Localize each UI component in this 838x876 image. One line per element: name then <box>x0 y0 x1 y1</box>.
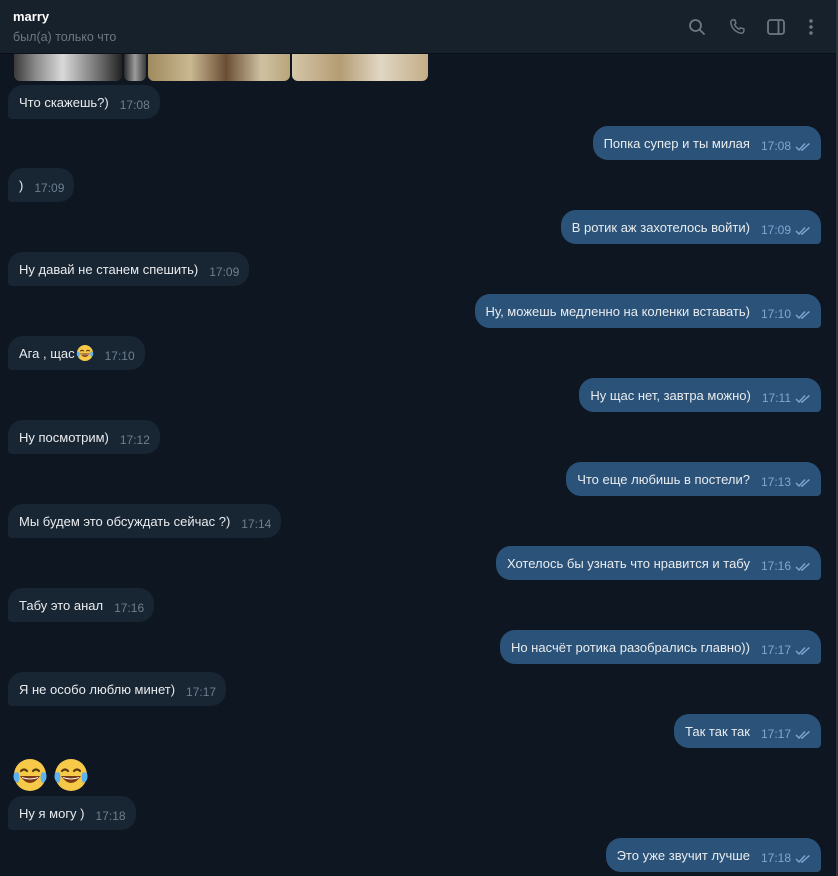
double-check-icon <box>795 142 810 152</box>
message-incoming[interactable]: Ну посмотрим) 17:12 <box>8 420 160 454</box>
double-check-icon <box>795 310 810 320</box>
message-time: 17:10 <box>760 307 791 321</box>
message-time: 17:16 <box>760 559 791 573</box>
message-incoming[interactable]: Табу это анал 17:16 <box>8 588 155 622</box>
message-time: 17:09 <box>209 265 240 279</box>
message-time: 17:10 <box>104 349 135 363</box>
message-incoming[interactable]: Мы будем это обсуждать сейчас ?) 17:14 <box>8 504 282 538</box>
chat-status: был(а) только что <box>13 30 117 44</box>
double-check-icon <box>795 394 810 404</box>
message-outgoing[interactable]: В ротик аж захотелось войти) 17:09 <box>560 210 821 244</box>
photo-thumbnail[interactable] <box>124 54 146 81</box>
message-text: Что скажешь?) <box>19 94 109 110</box>
laughing-emoji-icon <box>13 759 47 791</box>
message-outgoing[interactable]: Но насчёт ротика разобрались главно)) 17… <box>499 630 821 664</box>
message-time: 17:12 <box>119 433 150 447</box>
double-check-icon <box>795 646 810 656</box>
double-check-icon <box>795 478 810 488</box>
message-text: Мы будем это обсуждать сейчас ?) <box>19 513 231 529</box>
message-text: Ну посмотрим) <box>19 429 109 445</box>
message-time: 17:11 <box>761 391 791 405</box>
message-outgoing[interactable]: Хотелось бы узнать что нравится и табу 1… <box>495 546 821 580</box>
message-outgoing[interactable]: Ну щас нет, завтра можно) 17:11 <box>579 378 821 412</box>
message-text: Табу это анал <box>19 597 104 613</box>
message-time: 17:13 <box>760 475 791 489</box>
message-text: Попка супер и ты милая <box>603 135 750 151</box>
message-time: 17:18 <box>760 851 791 865</box>
message-time: 17:17 <box>186 685 217 699</box>
message-outgoing[interactable]: Это уже звучит лучше 17:18 <box>605 838 821 872</box>
message-text: Ну щас нет, завтра можно) <box>590 387 751 403</box>
message-time: 17:14 <box>241 517 272 531</box>
message-incoming[interactable]: Что скажешь?) 17:08 <box>8 85 160 119</box>
laughing-emoji-icon <box>54 759 88 791</box>
message-outgoing[interactable]: Попка супер и ты милая 17:08 <box>592 126 821 160</box>
more-vertical-icon[interactable] <box>800 16 822 38</box>
message-time: 17:17 <box>760 643 791 657</box>
photo-album[interactable] <box>14 54 428 81</box>
message-text: Ну я могу ) <box>19 805 85 821</box>
photo-thumbnail[interactable] <box>14 54 122 81</box>
emoji-message[interactable] <box>12 757 89 793</box>
message-time: 17:16 <box>114 601 145 615</box>
sidebar-toggle-icon[interactable] <box>765 16 787 38</box>
message-text: Я не особо люблю минет) <box>19 681 176 697</box>
message-incoming[interactable]: Ну я могу ) 17:18 <box>8 796 136 830</box>
message-incoming[interactable]: Ну давай не станем спешить) 17:09 <box>8 252 250 286</box>
message-text: Но насчёт ротика разобрались главно)) <box>510 639 750 655</box>
chat-title[interactable]: marry <box>13 9 49 24</box>
message-text: Ну, можешь медленно на коленки вставать) <box>485 303 750 319</box>
message-outgoing[interactable]: Что еще любишь в постели? 17:13 <box>566 462 821 496</box>
message-text: Хотелось бы узнать что нравится и табу <box>506 555 750 571</box>
message-text: Ну давай не станем спешить) <box>19 261 199 277</box>
message-time: 17:08 <box>760 139 791 153</box>
double-check-icon <box>795 854 810 864</box>
message-incoming[interactable]: Я не особо люблю минет) 17:17 <box>8 672 227 706</box>
message-text: Ага , щас <box>19 345 75 361</box>
message-text: ) <box>19 177 24 193</box>
double-check-icon <box>795 226 810 236</box>
phone-icon[interactable] <box>726 16 748 38</box>
message-text: Так так так <box>685 723 750 739</box>
message-time: 17:09 <box>34 181 65 195</box>
message-time: 17:18 <box>95 809 126 823</box>
message-time: 17:08 <box>119 98 150 112</box>
message-outgoing[interactable]: Так так так 17:17 <box>674 714 821 748</box>
message-incoming[interactable]: Ага , щас 17:10 <box>8 336 145 370</box>
photo-thumbnail[interactable] <box>292 54 428 81</box>
message-outgoing[interactable]: Ну, можешь медленно на коленки вставать)… <box>474 294 821 328</box>
message-text: В ротик аж захотелось войти) <box>571 219 750 235</box>
search-icon[interactable] <box>686 16 708 38</box>
message-time: 17:17 <box>760 727 791 741</box>
message-incoming[interactable]: ) 17:09 <box>8 168 75 202</box>
message-text: Это уже звучит лучше <box>616 847 750 863</box>
message-time: 17:09 <box>760 223 791 237</box>
double-check-icon <box>795 562 810 572</box>
photo-thumbnail[interactable] <box>148 54 290 81</box>
laughing-emoji-icon <box>76 345 93 361</box>
chat-header: marry был(а) только что <box>0 0 836 54</box>
double-check-icon <box>795 730 810 740</box>
message-text: Что еще любишь в постели? <box>577 471 750 487</box>
